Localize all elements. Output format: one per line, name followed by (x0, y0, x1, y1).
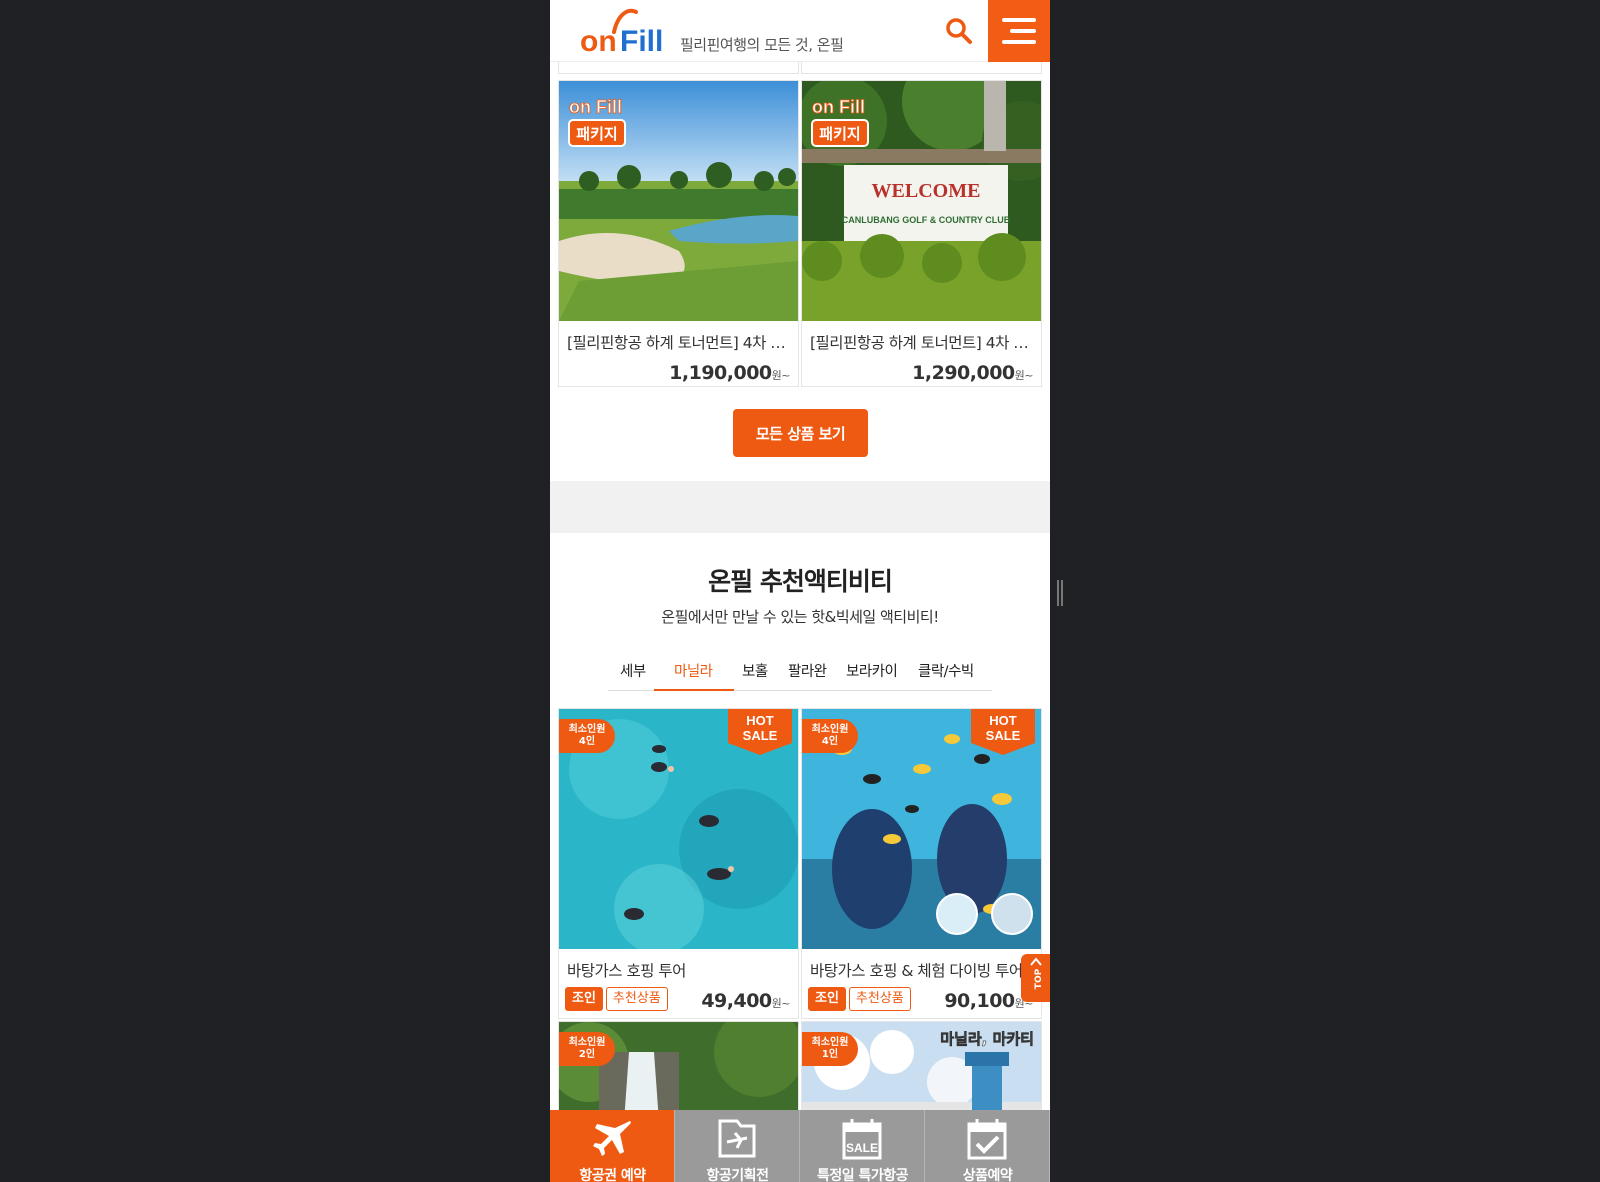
airplane-icon (593, 1121, 631, 1156)
tab-cebu[interactable]: 세부 (620, 660, 646, 681)
activity-section-title: 온필 추천액티비티 (708, 567, 893, 596)
min-people-badge: 최소인원 2인 (559, 1032, 615, 1066)
golf-club-sign-image: WELCOME CANLUBANG GOLF & COUNTRY CLUB on… (802, 81, 1041, 321)
activity-card[interactable]: 최소인원 4인 HOT SALE 바탕가스 호핑 & 체험 다이빙 투어 조인 추천… (801, 708, 1042, 1019)
svg-text:HOT: HOT (746, 713, 774, 728)
flight-folder-icon (718, 1119, 756, 1158)
recommended-tag: 추천상품 (848, 987, 911, 1011)
svg-text:SALE: SALE (986, 728, 1021, 743)
nav-special-date-deals[interactable]: SALE 특정일 특가항공 (800, 1110, 925, 1182)
view-all-products-button[interactable]: 모든 상품 보기 (733, 409, 868, 457)
activity-title: 바탕가스 호핑 & 체험 다이빙 투어 (810, 962, 1023, 980)
section-divider (550, 481, 1050, 533)
tab-boracay[interactable]: 보라카이 (846, 660, 898, 681)
mobile-viewport: on Fill 필리핀여행의 모든 것, 온필 on Fill 패키지 [필리핀… (550, 0, 1050, 1182)
svg-text:on Fill: on Fill (569, 97, 622, 117)
activity-price: 49,400원~ (701, 990, 790, 1012)
activity-section-subtitle: 온필에서만 만날 수 있는 핫&빅세일 액티비티! (661, 608, 939, 626)
activity-card[interactable]: 최소인원 2인 (558, 1021, 799, 1121)
package-price: 1,190,000원~ (669, 362, 790, 384)
check-calendar-icon (967, 1119, 1007, 1160)
svg-text:on Fill: on Fill (812, 97, 865, 117)
tab-clark-subic[interactable]: 클락/수빅 (918, 660, 974, 681)
svg-text:WELCOME: WELCOME (872, 180, 981, 202)
svg-text:마닐라, 마카티: 마닐라, 마카티 (940, 1030, 1034, 1048)
onfill-package-badge: on Fill 패키지 (811, 97, 869, 147)
activity-card[interactable]: 최소인원 4인 HOT SALE 바탕가스 호핑 투어 조인 추천상품 49,400… (558, 708, 799, 1019)
site-tagline: 필리핀여행의 모든 것, 온필 (680, 36, 844, 54)
activity-card[interactable]: 마닐라, 마카티 최소인원 1인 (801, 1021, 1042, 1121)
join-tag: 조인 (808, 987, 846, 1011)
active-tab-indicator (654, 689, 734, 691)
svg-text:패키지: 패키지 (576, 125, 617, 143)
search-icon[interactable] (942, 14, 976, 48)
onfill-logo[interactable]: on Fill (580, 6, 674, 56)
activity-tags: 조인 추천상품 (808, 987, 914, 1011)
nav-flight-booking[interactable]: 항공권 예약 (550, 1110, 675, 1182)
package-title: [필리핀항공 하계 토너먼트] 4차 … (810, 334, 1029, 352)
svg-text:HOT: HOT (989, 713, 1017, 728)
package-card[interactable]: WELCOME CANLUBANG GOLF & COUNTRY CLUB on… (801, 80, 1042, 387)
snorkeling-image: 최소인원 4인 HOT SALE (559, 709, 798, 949)
activity-title: 바탕가스 호핑 투어 (567, 962, 686, 980)
diving-image: 최소인원 4인 HOT SALE (802, 709, 1041, 949)
hot-sale-badge: HOT SALE (728, 709, 792, 755)
hamburger-menu-button[interactable] (988, 0, 1050, 62)
nav-product-booking[interactable]: 상품예약 (925, 1110, 1050, 1182)
tab-palawan[interactable]: 팔라완 (788, 660, 827, 681)
svg-text:SALE: SALE (743, 728, 778, 743)
package-title: [필리핀항공 하계 토너먼트] 4차 … (567, 334, 786, 352)
logo-on-text: on (580, 25, 617, 56)
logo-fill-text: Fill (620, 25, 663, 56)
svg-text:CANLUBANG GOLF & COUNTRY CLUB: CANLUBANG GOLF & COUNTRY CLUB (842, 215, 1011, 225)
package-card[interactable]: on Fill 패키지 [필리핀항공 하계 토너먼트] 4차 … 1,190,0… (558, 80, 799, 387)
package-price: 1,290,000원~ (912, 362, 1033, 384)
nav-flight-promotions[interactable]: 항공기획전 (675, 1110, 800, 1182)
resize-handle[interactable] (1057, 580, 1063, 606)
bottom-navigation: 항공권 예약 항공기획전 SALE 특정일 특가항공 상품예약 (550, 1110, 1050, 1182)
activity-price: 90,100원~ (944, 990, 1033, 1012)
region-tabs: 세부 마닐라 보홀 팔라완 보라카이 클락/수빅 (608, 650, 992, 691)
golf-course-image: on Fill 패키지 (559, 81, 798, 321)
sale-calendar-icon: SALE (842, 1119, 882, 1160)
join-tag: 조인 (565, 987, 603, 1011)
svg-text:SALE: SALE (846, 1141, 878, 1155)
min-people-badge: 최소인원 4인 (559, 719, 615, 753)
tab-manila[interactable]: 마닐라 (674, 660, 713, 681)
site-header: on Fill 필리핀여행의 모든 것, 온필 (550, 0, 1050, 62)
recommended-tag: 추천상품 (605, 987, 668, 1011)
onfill-package-badge: on Fill 패키지 (568, 97, 626, 147)
min-people-badge: 최소인원 4인 (802, 719, 858, 753)
hot-sale-badge: HOT SALE (971, 709, 1035, 755)
svg-text:패키지: 패키지 (819, 125, 860, 143)
min-people-badge: 최소인원 1인 (802, 1032, 858, 1066)
chevron-up-icon (1030, 957, 1042, 966)
scroll-to-top-button[interactable]: TOP (1021, 954, 1050, 1002)
tab-bohol[interactable]: 보홀 (742, 660, 768, 681)
activity-tags: 조인 추천상품 (565, 987, 671, 1011)
